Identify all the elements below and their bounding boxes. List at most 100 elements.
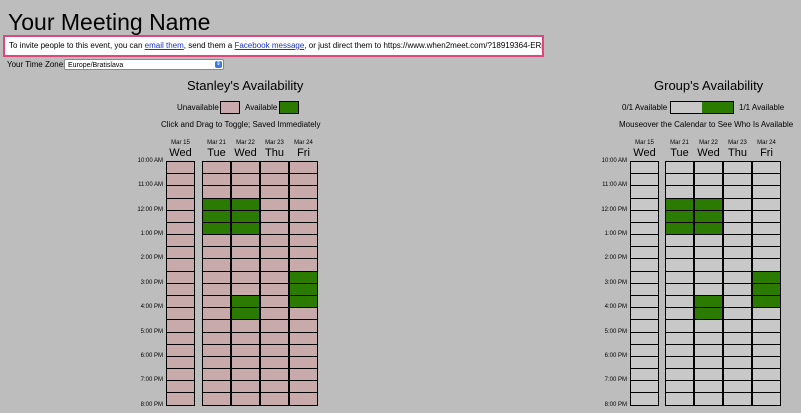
personal-time-slot-cell[interactable] [202, 246, 231, 260]
personal-time-slot-cell[interactable] [202, 270, 231, 284]
personal-time-slot-cell[interactable] [260, 270, 289, 284]
group-time-slot-cell[interactable] [665, 343, 694, 357]
personal-time-slot-cell[interactable] [260, 343, 289, 357]
group-time-slot-cell[interactable] [752, 270, 781, 284]
personal-time-slot-cell[interactable] [166, 368, 195, 382]
personal-time-slot-cell[interactable] [166, 392, 195, 406]
personal-time-slot-cell[interactable] [231, 246, 260, 260]
personal-time-slot-cell[interactable] [231, 392, 260, 406]
group-time-slot-cell[interactable] [665, 294, 694, 309]
personal-time-slot-cell[interactable] [260, 392, 289, 406]
personal-time-slot-cell[interactable] [289, 368, 318, 382]
group-time-slot-cell[interactable] [723, 173, 752, 187]
group-time-slot-cell[interactable] [723, 319, 752, 333]
personal-time-slot-cell[interactable] [202, 343, 231, 357]
personal-time-slot-cell[interactable] [166, 343, 195, 357]
group-time-slot-cell[interactable] [752, 368, 781, 382]
personal-time-slot-cell[interactable] [166, 319, 195, 333]
group-time-slot-cell[interactable] [723, 221, 752, 236]
personal-time-slot-cell[interactable] [202, 319, 231, 333]
personal-time-slot-cell[interactable] [289, 343, 318, 357]
group-time-slot-cell[interactable] [752, 343, 781, 357]
group-time-slot-cell[interactable] [694, 173, 723, 187]
group-time-slot-cell[interactable] [723, 368, 752, 382]
group-time-slot-cell[interactable] [723, 294, 752, 309]
personal-time-slot-cell[interactable] [231, 368, 260, 382]
group-time-slot-cell[interactable] [752, 392, 781, 406]
personal-time-slot-cell[interactable] [260, 368, 289, 382]
group-time-slot-cell[interactable] [723, 392, 752, 406]
personal-time-slot-cell[interactable] [166, 221, 195, 236]
personal-time-slot-cell[interactable] [202, 197, 231, 211]
personal-time-slot-cell[interactable] [202, 368, 231, 382]
personal-time-slot-cell[interactable] [202, 221, 231, 236]
personal-time-slot-cell[interactable] [202, 173, 231, 187]
personal-time-slot-cell[interactable] [231, 319, 260, 333]
personal-time-slot-cell[interactable] [166, 197, 195, 211]
personal-time-slot-cell[interactable] [260, 294, 289, 309]
group-time-slot-cell[interactable] [694, 392, 723, 406]
personal-time-slot-cell[interactable] [231, 173, 260, 187]
group-time-slot-cell[interactable] [665, 368, 694, 382]
group-time-slot-cell[interactable] [694, 221, 723, 236]
group-time-slot-cell[interactable] [630, 294, 659, 309]
group-time-slot-cell[interactable] [752, 173, 781, 187]
group-time-slot-cell[interactable] [630, 246, 659, 260]
group-time-slot-cell[interactable] [630, 197, 659, 211]
personal-time-slot-cell[interactable] [260, 221, 289, 236]
group-time-slot-cell[interactable] [694, 343, 723, 357]
personal-time-slot-cell[interactable] [166, 246, 195, 260]
group-time-slot-cell[interactable] [665, 392, 694, 406]
group-time-slot-cell[interactable] [694, 319, 723, 333]
group-time-slot-cell[interactable] [723, 343, 752, 357]
group-time-slot-cell[interactable] [752, 294, 781, 309]
personal-time-slot-cell[interactable] [231, 221, 260, 236]
personal-time-slot-cell[interactable] [260, 319, 289, 333]
group-time-slot-cell[interactable] [630, 173, 659, 187]
personal-time-slot-cell[interactable] [289, 173, 318, 187]
personal-time-slot-cell[interactable] [260, 246, 289, 260]
group-time-slot-cell[interactable] [752, 319, 781, 333]
personal-time-slot-cell[interactable] [231, 343, 260, 357]
group-time-slot-cell[interactable] [723, 197, 752, 211]
personal-time-slot-cell[interactable] [231, 294, 260, 309]
personal-time-slot-cell[interactable] [289, 392, 318, 406]
personal-time-slot-cell[interactable] [289, 221, 318, 236]
group-time-slot-cell[interactable] [630, 270, 659, 284]
group-time-slot-cell[interactable] [630, 392, 659, 406]
group-time-slot-cell[interactable] [752, 197, 781, 211]
personal-time-slot-cell[interactable] [166, 270, 195, 284]
group-time-slot-cell[interactable] [665, 197, 694, 211]
personal-time-slot-cell[interactable] [231, 270, 260, 284]
group-time-slot-cell[interactable] [630, 319, 659, 333]
personal-time-slot-cell[interactable] [289, 319, 318, 333]
group-time-slot-cell[interactable] [694, 368, 723, 382]
group-time-slot-cell[interactable] [694, 246, 723, 260]
group-time-slot-cell[interactable] [630, 368, 659, 382]
personal-time-slot-cell[interactable] [231, 197, 260, 211]
group-time-slot-cell[interactable] [665, 270, 694, 284]
group-time-slot-cell[interactable] [752, 246, 781, 260]
personal-time-slot-cell[interactable] [202, 294, 231, 309]
personal-time-slot-cell[interactable] [289, 294, 318, 309]
group-time-slot-cell[interactable] [723, 246, 752, 260]
group-time-slot-cell[interactable] [630, 343, 659, 357]
personal-time-slot-cell[interactable] [166, 173, 195, 187]
personal-time-slot-cell[interactable] [289, 270, 318, 284]
group-time-slot-cell[interactable] [752, 221, 781, 236]
group-time-slot-cell[interactable] [694, 270, 723, 284]
personal-time-slot-cell[interactable] [260, 197, 289, 211]
group-time-slot-cell[interactable] [665, 173, 694, 187]
group-time-slot-cell[interactable] [694, 197, 723, 211]
personal-time-slot-cell[interactable] [289, 197, 318, 211]
group-time-slot-cell[interactable] [665, 221, 694, 236]
personal-time-slot-cell[interactable] [260, 173, 289, 187]
group-time-slot-cell[interactable] [665, 246, 694, 260]
group-time-slot-cell[interactable] [694, 294, 723, 309]
group-time-slot-cell[interactable] [665, 319, 694, 333]
personal-time-slot-cell[interactable] [202, 392, 231, 406]
group-time-slot-cell[interactable] [723, 270, 752, 284]
personal-time-slot-cell[interactable] [166, 294, 195, 309]
group-time-slot-cell[interactable] [630, 221, 659, 236]
personal-time-slot-cell[interactable] [289, 246, 318, 260]
